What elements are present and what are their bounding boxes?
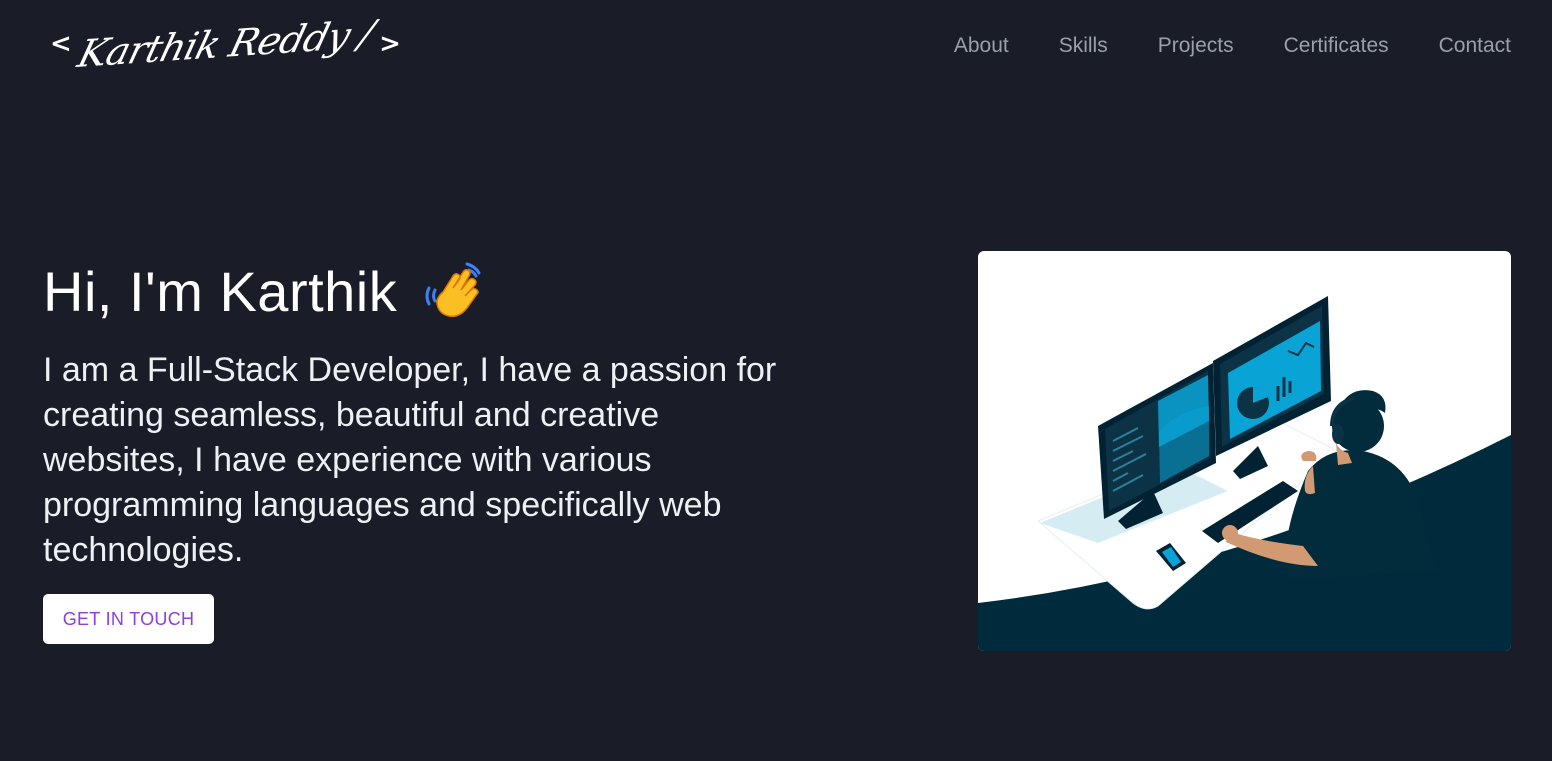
nav-projects[interactable]: Projects — [1158, 34, 1234, 58]
nav-contact[interactable]: Contact — [1439, 34, 1511, 58]
logo-open-bracket: < — [50, 29, 72, 59]
logo[interactable]: < Karthik Reddy / > — [50, 12, 401, 76]
get-in-touch-button[interactable]: GET IN TOUCH — [43, 594, 214, 644]
hero-description: I am a Full-Stack Developer, I have a pa… — [43, 351, 777, 569]
page: < Karthik Reddy / > About Skills Project… — [0, 0, 1552, 761]
hero-heading: Hi, I'm Karthik — [43, 258, 489, 324]
nav-skills[interactable]: Skills — [1059, 34, 1108, 58]
developer-illustration — [978, 251, 1511, 651]
waving-hand-icon — [423, 258, 489, 324]
nav-certificates[interactable]: Certificates — [1284, 34, 1389, 58]
hero-greeting: Hi, I'm Karthik — [43, 259, 398, 323]
logo-signature: Karthik Reddy / — [73, 12, 378, 76]
nav-about[interactable]: About — [954, 34, 1009, 58]
logo-close-bracket: > — [379, 29, 401, 59]
main-nav: About Skills Projects Certificates Conta… — [954, 34, 1511, 58]
